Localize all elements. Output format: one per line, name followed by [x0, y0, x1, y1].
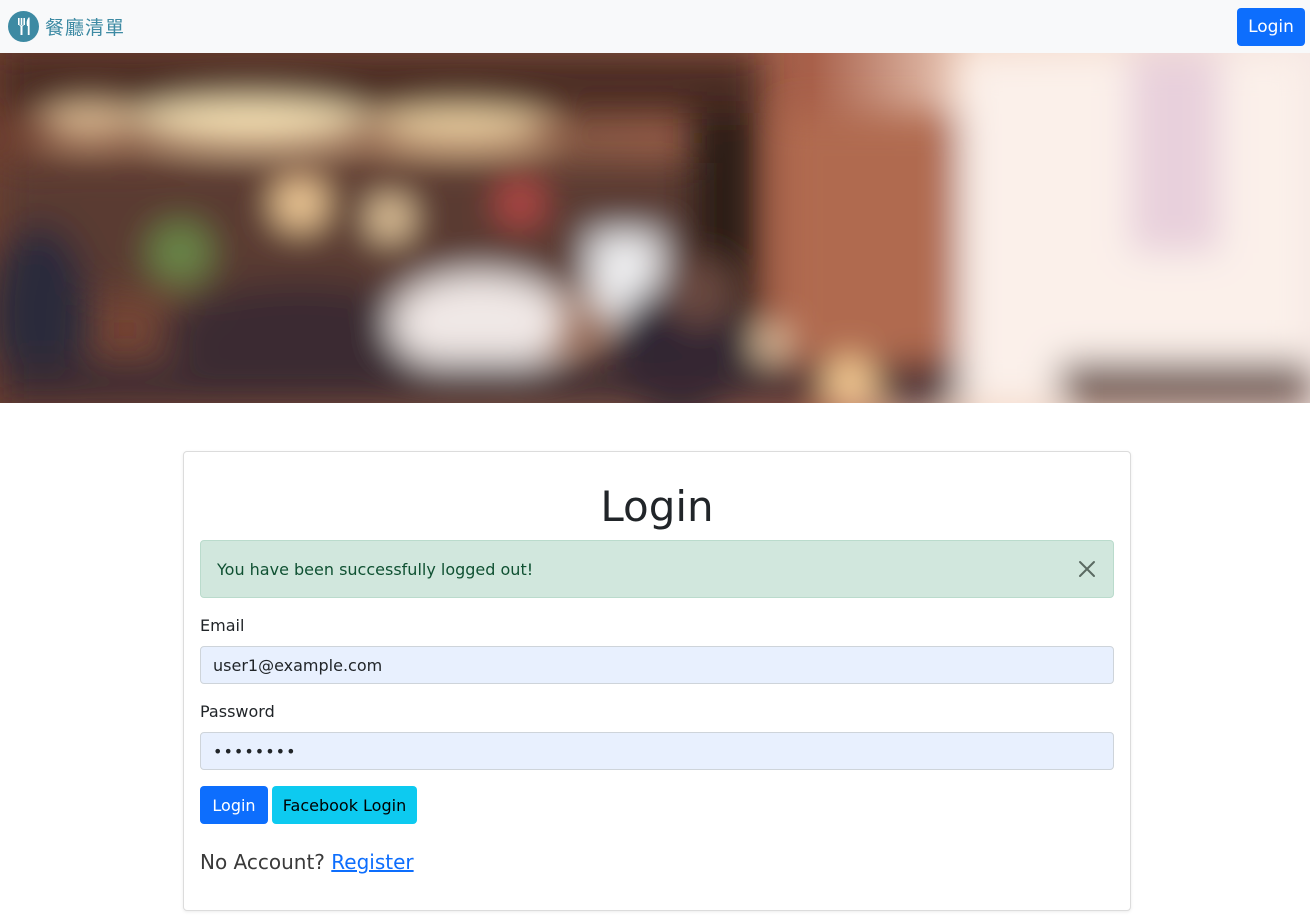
email-input[interactable] [200, 646, 1114, 684]
register-prompt: No Account? Register [200, 850, 414, 874]
alert-close-button[interactable] [1075, 557, 1099, 581]
password-label: Password [200, 702, 275, 721]
login-button[interactable]: Login [200, 786, 268, 824]
email-label: Email [200, 616, 245, 635]
navbar: 餐廳清單 Login [0, 0, 1310, 53]
no-account-text: No Account? [200, 850, 325, 874]
password-input[interactable] [200, 732, 1114, 770]
logout-success-alert: You have been successfully logged out! [200, 540, 1114, 598]
facebook-login-button[interactable]: Facebook Login [272, 786, 417, 824]
close-icon [1079, 561, 1095, 577]
register-link[interactable]: Register [331, 850, 413, 874]
alert-message: You have been successfully logged out! [217, 559, 534, 579]
brand-link[interactable]: 餐廳清單 [8, 11, 125, 42]
brand-text: 餐廳清單 [45, 17, 126, 39]
nav-login-button[interactable]: Login [1237, 7, 1305, 46]
fork-knife-icon [8, 11, 39, 42]
hero-banner [0, 53, 1310, 403]
login-card: Login You have been successfully logged … [183, 451, 1131, 911]
login-title: Login [600, 482, 714, 531]
hero-background-image [0, 53, 1310, 403]
